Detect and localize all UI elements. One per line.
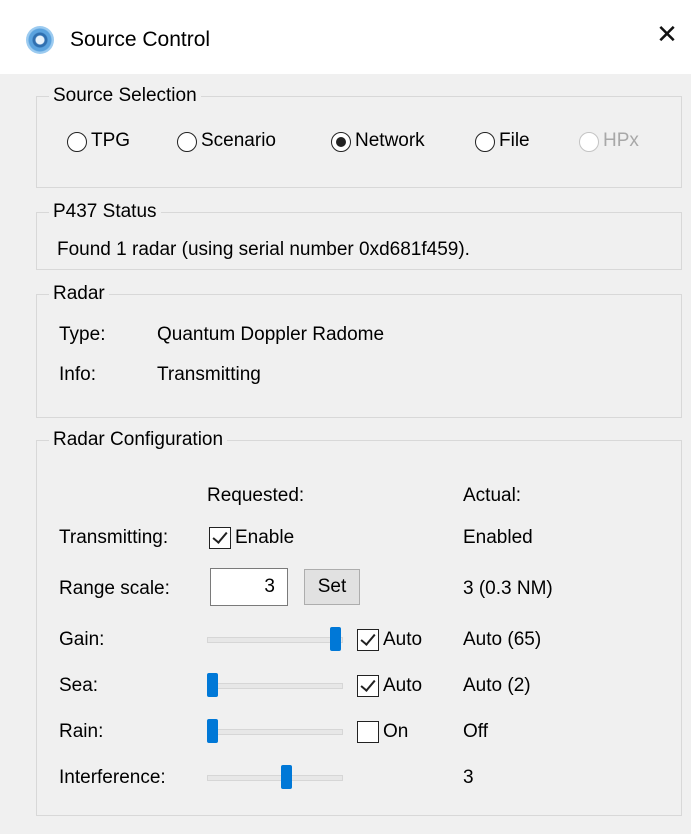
radar-legend: Radar	[49, 283, 109, 305]
rain-on-label[interactable]: On	[383, 721, 408, 743]
radar-app-icon	[26, 26, 54, 54]
radar-type-label: Type:	[59, 324, 106, 345]
interference-label: Interference:	[59, 767, 166, 788]
gain-actual: Auto (65)	[463, 629, 542, 650]
actual-header: Actual:	[463, 485, 522, 506]
radio-scenario-label: Scenario	[201, 130, 276, 151]
gain-auto-checkbox[interactable]	[357, 629, 379, 651]
radar-info-label: Info:	[59, 364, 96, 385]
radar-info-value: Transmitting	[157, 364, 261, 385]
radar-group: Radar Type: Quantum Doppler Radome Info:…	[36, 283, 682, 418]
sea-auto-label[interactable]: Auto	[383, 675, 422, 697]
dialog-client-area: Source Selection TPG Scenario Network Fi…	[0, 74, 691, 834]
rain-slider[interactable]	[205, 717, 345, 745]
sea-label: Sea:	[59, 675, 99, 696]
close-button[interactable]: ✕	[643, 10, 691, 58]
rain-on-checkbox[interactable]	[357, 721, 379, 743]
sea-slider-thumb[interactable]	[207, 673, 218, 697]
rain-actual: Off	[463, 721, 488, 742]
source-selection-legend: Source Selection	[49, 85, 201, 107]
radio-file-button[interactable]	[475, 132, 495, 152]
radio-scenario-button[interactable]	[177, 132, 197, 152]
rain-slider-track	[207, 729, 343, 735]
transmitting-label: Transmitting:	[59, 527, 169, 548]
p437-status-group: P437 Status Found 1 radar (using serial …	[36, 201, 682, 270]
radar-configuration-legend: Radar Configuration	[49, 429, 228, 451]
set-range-button[interactable]: Set	[304, 569, 360, 605]
radar-configuration-group: Radar Configuration Requested: Actual: T…	[36, 429, 682, 816]
p437-status-message: Found 1 radar (using serial number 0xd68…	[57, 239, 470, 260]
gain-label: Gain:	[59, 629, 105, 650]
gain-slider[interactable]	[205, 625, 345, 653]
gain-slider-thumb[interactable]	[330, 627, 341, 651]
sea-actual: Auto (2)	[463, 675, 531, 696]
requested-header: Requested:	[207, 485, 305, 506]
rain-label: Rain:	[59, 721, 104, 742]
gain-slider-track	[207, 637, 343, 643]
transmit-enable-label[interactable]: Enable	[235, 527, 294, 549]
radio-tpg-button[interactable]	[67, 132, 87, 152]
interference-slider[interactable]	[205, 763, 345, 791]
source-selection-group: Source Selection TPG Scenario Network Fi…	[36, 85, 682, 188]
transmitting-actual: Enabled	[463, 527, 533, 548]
radio-tpg-label: TPG	[91, 130, 131, 151]
radio-network-label: Network	[355, 130, 425, 151]
range-scale-input[interactable]: 3	[210, 568, 288, 606]
sea-slider-track	[207, 683, 343, 689]
sea-auto-checkbox[interactable]	[357, 675, 379, 697]
title-bar[interactable]: Source Control ✕	[0, 0, 691, 74]
rain-slider-thumb[interactable]	[207, 719, 218, 743]
radio-hpx-button	[579, 132, 599, 152]
radio-hpx-label: HPx	[603, 130, 639, 151]
radar-type-value: Quantum Doppler Radome	[157, 324, 385, 345]
interference-slider-thumb[interactable]	[281, 765, 292, 789]
p437-status-legend: P437 Status	[49, 201, 161, 223]
gain-auto-label[interactable]: Auto	[383, 629, 422, 651]
sea-slider[interactable]	[205, 671, 345, 699]
range-scale-label: Range scale:	[59, 578, 170, 599]
window-title: Source Control	[70, 28, 211, 51]
interference-slider-track	[207, 775, 343, 781]
range-scale-actual: 3 (0.3 NM)	[463, 578, 553, 599]
transmit-enable-checkbox[interactable]	[209, 527, 231, 549]
interference-actual: 3	[463, 767, 474, 788]
radio-network-button[interactable]	[331, 132, 351, 152]
radio-file-label: File	[499, 130, 530, 151]
